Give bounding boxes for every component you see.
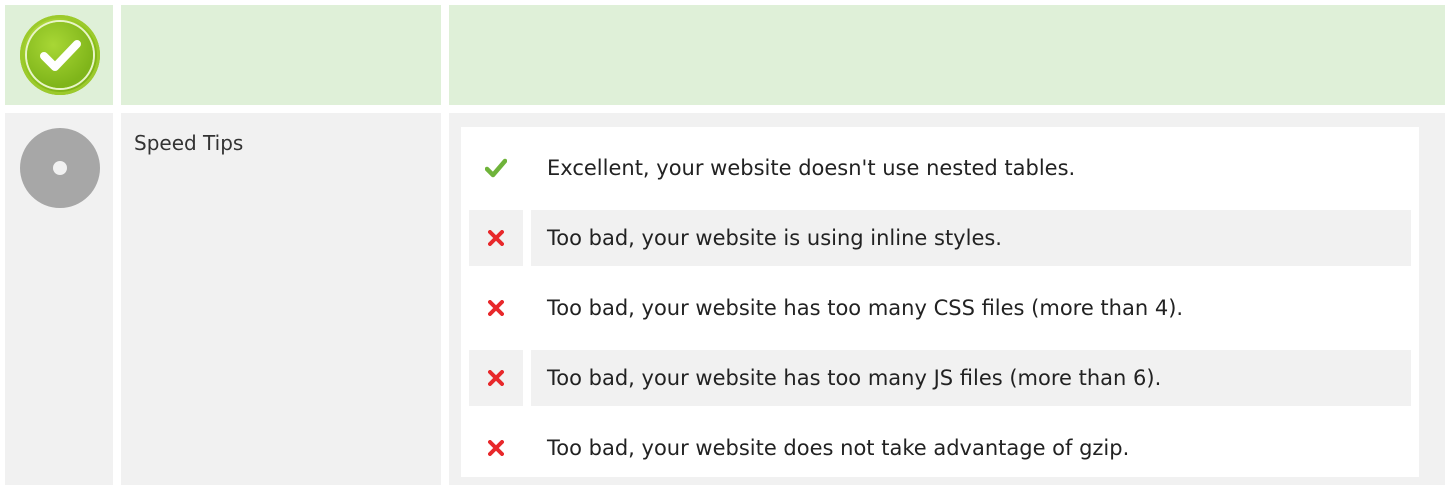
tips-list: Excellent, your website doesn't use nest…	[461, 127, 1419, 477]
tip-text: Excellent, your website doesn't use nest…	[547, 156, 1076, 180]
tip-icon-cell	[469, 350, 523, 406]
tip-icon-cell	[469, 420, 523, 476]
tip-icon-cell	[469, 280, 523, 336]
tip-item: Too bad, your website has too many CSS f…	[461, 273, 1419, 343]
tip-icon-cell	[469, 210, 523, 266]
cross-icon	[488, 230, 504, 246]
speed-tips-report: Speed Tips Excellent, your website doesn…	[0, 0, 1450, 485]
cross-icon	[488, 370, 504, 386]
check-icon	[485, 158, 507, 178]
tip-item: Too bad, your website has too many JS fi…	[461, 343, 1419, 413]
tip-item: Too bad, your website does not take adva…	[461, 413, 1419, 483]
speed-tips-label-cell	[121, 113, 441, 485]
section-title: Speed Tips	[134, 131, 244, 155]
tip-item: Excellent, your website doesn't use nest…	[461, 133, 1419, 203]
summary-value-cell	[449, 5, 1445, 105]
summary-label-cell	[121, 5, 441, 105]
tip-item: Too bad, your website is using inline st…	[461, 203, 1419, 273]
cross-icon	[488, 300, 504, 316]
check-circle-icon	[20, 15, 100, 95]
tip-icon-cell	[469, 140, 523, 196]
tip-text: Too bad, your website is using inline st…	[531, 210, 1411, 266]
tip-text: Too bad, your website has too many JS fi…	[531, 350, 1411, 406]
cross-icon	[488, 440, 504, 456]
neutral-dot-icon	[20, 128, 100, 208]
tip-text: Too bad, your website does not take adva…	[547, 436, 1130, 460]
tip-text: Too bad, your website has too many CSS f…	[547, 296, 1184, 320]
